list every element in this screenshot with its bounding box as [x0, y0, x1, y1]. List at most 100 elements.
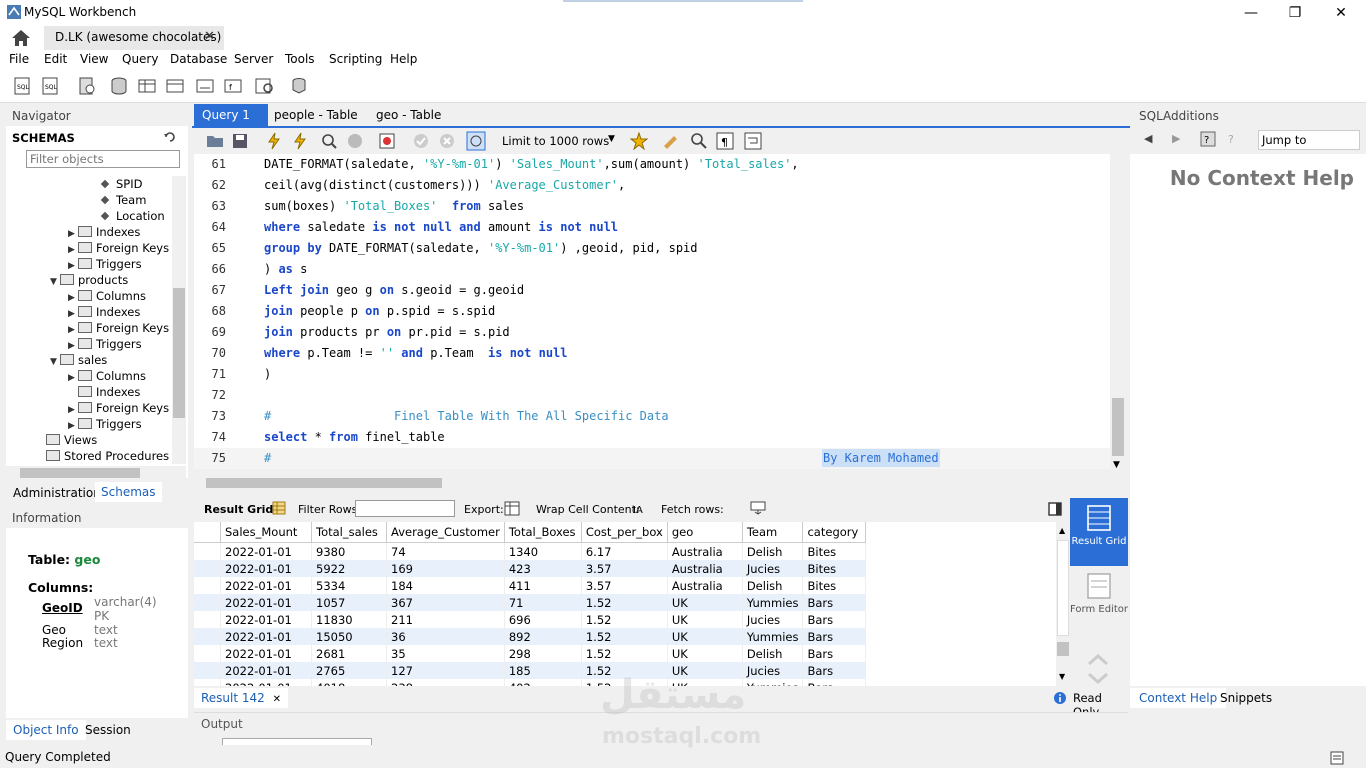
reconnect-icon[interactable]	[288, 76, 310, 96]
table-cell[interactable]: 2681	[311, 645, 387, 662]
table-cell[interactable]: Bars	[802, 662, 867, 679]
column-header[interactable]: geo	[667, 522, 743, 543]
create-procedure-icon[interactable]	[194, 76, 216, 96]
tree-item[interactable]: ▶ Indexes	[68, 224, 140, 240]
table-cell[interactable]: Yummies	[742, 628, 804, 645]
create-table-icon[interactable]	[136, 76, 158, 96]
table-cell[interactable]: 35	[386, 645, 505, 662]
table-cell[interactable]: 74	[386, 542, 505, 560]
tree-item[interactable]: ▶ Triggers	[68, 416, 142, 432]
table-cell[interactable]: Australia	[667, 577, 743, 594]
sql-editor[interactable]: 61 DATE_FORMAT(saledate, '%Y-%m-01') 'Sal…	[194, 154, 1110, 469]
autocommit-icon[interactable]	[466, 131, 486, 151]
table-row[interactable]: 2022-01-01 11830 211 696 1.52 UK Jucies Bars	[194, 611, 867, 628]
table-cell[interactable]: 2022-01-01	[220, 628, 312, 645]
create-function-icon[interactable]: f	[222, 76, 244, 96]
column-header[interactable]: Cost_per_box	[581, 522, 668, 543]
menu-tools[interactable]: Tools	[285, 52, 315, 66]
table-cell[interactable]: UK	[667, 645, 743, 662]
table-cell[interactable]: 238	[386, 679, 505, 686]
editor-horizontal-scrollbar[interactable]	[194, 476, 1110, 490]
table-cell[interactable]: UK	[667, 611, 743, 628]
row-selector[interactable]	[194, 662, 221, 679]
new-sql-tab-icon[interactable]: SQL	[12, 76, 34, 96]
table-cell[interactable]: 5334	[311, 577, 387, 594]
table-cell[interactable]: 2765	[311, 662, 387, 679]
table-cell[interactable]: 1.52	[581, 645, 668, 662]
row-selector[interactable]	[194, 679, 221, 686]
table-cell[interactable]: 185	[504, 662, 582, 679]
column-header[interactable]: Total_sales	[311, 522, 387, 543]
table-cell[interactable]: 3.57	[581, 560, 668, 577]
back-arrow-icon[interactable]: ◀	[1144, 132, 1152, 145]
tree-item[interactable]: ▶ Foreign Keys	[68, 320, 169, 336]
table-cell[interactable]: Bites	[802, 560, 867, 577]
close-window-button[interactable]: ✕	[1318, 0, 1364, 26]
table-cell[interactable]: 2022-01-01	[220, 542, 312, 560]
tab-query-1[interactable]: Query 1	[194, 104, 268, 126]
wrap-lines-icon[interactable]	[744, 132, 762, 150]
tab-geo-table[interactable]: geo - Table	[368, 104, 449, 126]
table-cell[interactable]: Delish	[742, 542, 804, 560]
tab-session[interactable]: Session	[85, 723, 131, 737]
table-row[interactable]: 2022-01-01 15050 36 892 1.52 UK Yummies Bars	[194, 628, 867, 645]
menu-server[interactable]: Server	[234, 52, 273, 66]
table-cell[interactable]: 6.17	[581, 542, 668, 560]
row-selector[interactable]	[194, 542, 221, 560]
tab-schemas[interactable]: Schemas	[95, 482, 162, 502]
editor-hscroll-thumb[interactable]	[206, 478, 442, 488]
menu-edit[interactable]: Edit	[44, 52, 67, 66]
row-selector[interactable]	[194, 560, 221, 577]
menu-database[interactable]: Database	[170, 52, 227, 66]
tree-item[interactable]: Stored Procedures	[36, 448, 169, 464]
table-cell[interactable]: 1340	[504, 542, 582, 560]
rollback-icon[interactable]	[438, 132, 456, 150]
table-cell[interactable]: 696	[504, 611, 582, 628]
row-selector[interactable]	[194, 645, 221, 662]
manual-help-icon[interactable]: ?	[1200, 131, 1216, 147]
table-cell[interactable]: UK	[667, 662, 743, 679]
minimize-button[interactable]: —	[1228, 0, 1274, 26]
row-selector[interactable]	[194, 594, 221, 611]
create-view-icon[interactable]	[164, 76, 186, 96]
table-cell[interactable]: Delish	[742, 645, 804, 662]
commit-icon[interactable]	[412, 132, 430, 150]
table-cell[interactable]: Bars	[802, 628, 867, 645]
table-cell[interactable]: 184	[386, 577, 505, 594]
menu-file[interactable]: File	[9, 52, 29, 66]
tree-item[interactable]: ▶ Foreign Keys	[68, 240, 169, 256]
table-cell[interactable]: 71	[504, 594, 582, 611]
table-cell[interactable]: 2022-01-01	[220, 577, 312, 594]
table-cell[interactable]: 3.57	[581, 577, 668, 594]
table-cell[interactable]: Bites	[802, 542, 867, 560]
toggle-error-icon[interactable]	[378, 132, 396, 150]
tab-context-help[interactable]: Context Help	[1130, 688, 1227, 708]
table-cell[interactable]: 1.52	[581, 594, 668, 611]
table-cell[interactable]: Bars	[802, 611, 867, 628]
more-tools-chevron-icon[interactable]	[1086, 652, 1110, 686]
selected-text[interactable]: By Karem Mohamed	[822, 449, 940, 467]
expanded-arrow-icon[interactable]: ▼	[50, 354, 60, 370]
tree-vertical-scrollbar[interactable]	[172, 176, 186, 464]
menu-view[interactable]: View	[80, 52, 108, 66]
table-cell[interactable]: 2022-01-01	[220, 611, 312, 628]
grid-scroll-track[interactable]	[1057, 540, 1069, 636]
open-folder-icon[interactable]	[206, 133, 224, 149]
add-snippet-star-icon[interactable]	[630, 132, 648, 150]
find-icon[interactable]	[690, 132, 708, 150]
tree-scroll-thumb[interactable]	[173, 288, 185, 418]
table-cell[interactable]: 2022-01-01	[220, 560, 312, 577]
table-cell[interactable]: 2022-01-01	[220, 645, 312, 662]
table-cell[interactable]: 402	[504, 679, 582, 686]
output-dropdown[interactable]	[222, 738, 372, 745]
menu-scripting[interactable]: Scripting	[329, 52, 382, 66]
stop-icon[interactable]	[346, 132, 364, 150]
editor-scroll-thumb[interactable]	[1112, 398, 1124, 456]
table-cell[interactable]: 423	[504, 560, 582, 577]
table-cell[interactable]: 127	[386, 662, 505, 679]
table-cell[interactable]: 36	[386, 628, 505, 645]
refresh-schemas-icon[interactable]	[164, 131, 176, 143]
table-cell[interactable]: 211	[386, 611, 505, 628]
scroll-down-icon[interactable]: ▼	[1059, 672, 1065, 681]
export-icon[interactable]	[504, 500, 522, 517]
